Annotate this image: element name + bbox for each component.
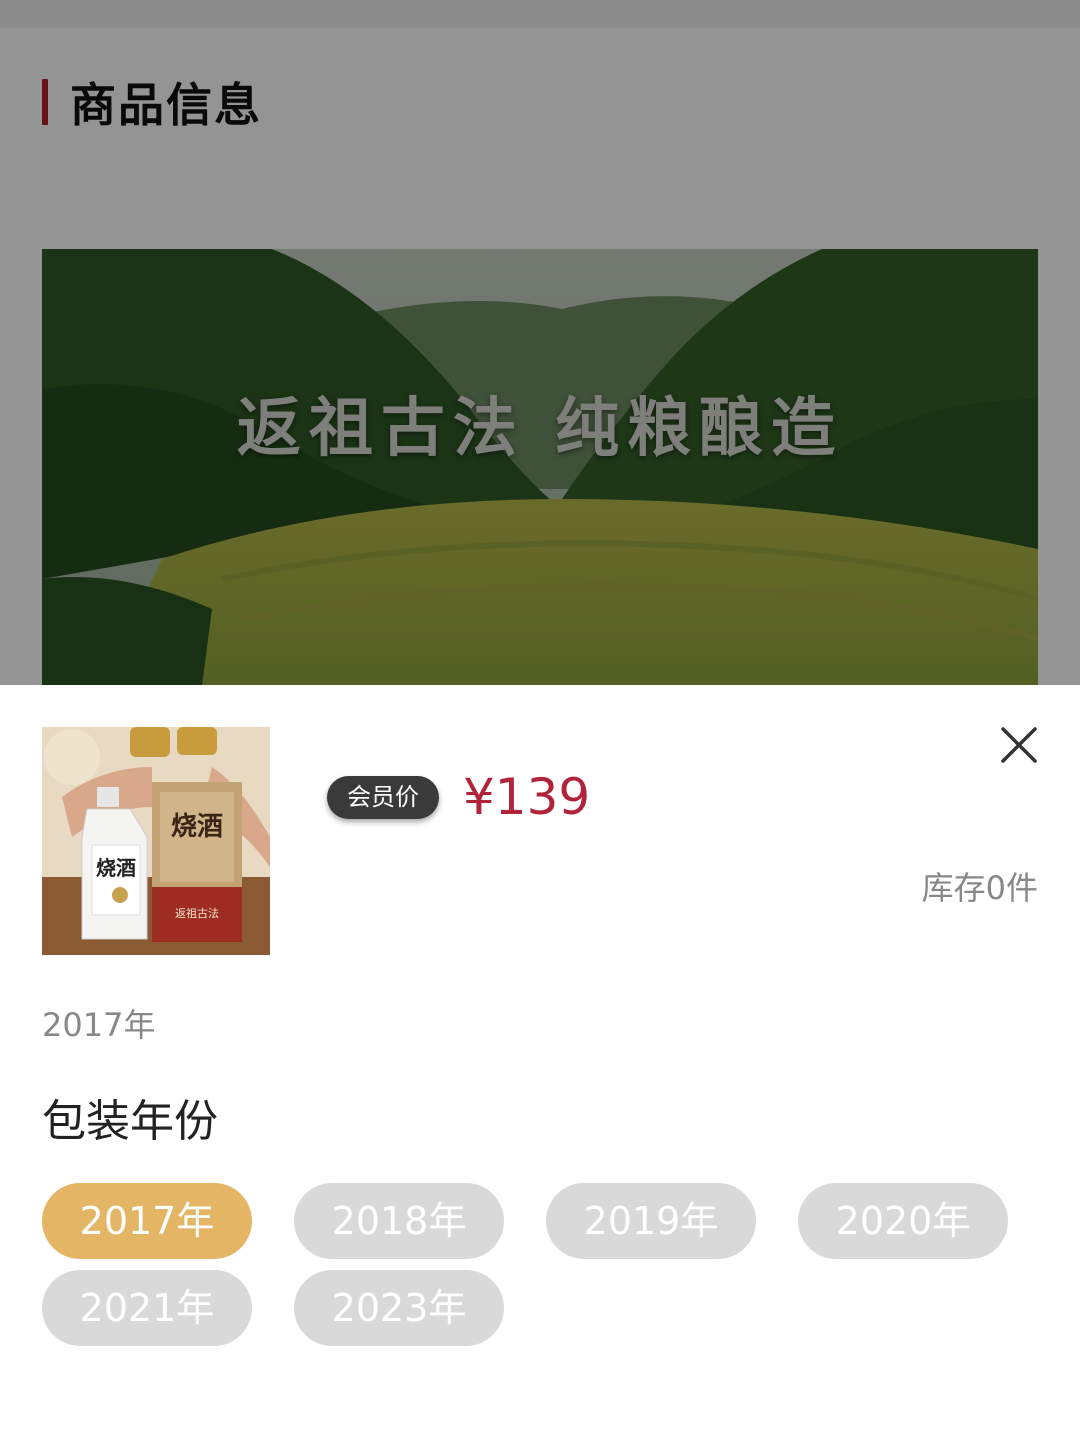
bottle-label-text: 烧酒 [96, 856, 136, 880]
spec-option-2021[interactable]: 2021年 [42, 1270, 252, 1346]
selected-spec-summary: 2017年 [42, 1006, 156, 1044]
spec-group-label: 包装年份 [42, 1096, 218, 1147]
price: ¥139 [463, 768, 591, 826]
box-sub-label-text: 返祖古法 [175, 906, 219, 920]
product-thumbnail: 烧酒 返祖古法 烧酒 [42, 727, 270, 955]
box-label-text: 烧酒 [171, 812, 223, 842]
spec-option-2018[interactable]: 2018年 [294, 1183, 504, 1259]
spec-option-2020[interactable]: 2020年 [798, 1183, 1008, 1259]
spec-selector-sheet: 烧酒 返祖古法 烧酒 会员价 ¥139 库存0件 2017年 包装年份 2017… [0, 685, 1080, 1440]
member-price-badge: 会员价 [327, 776, 439, 819]
close-button[interactable] [995, 721, 1043, 769]
stock-count: 库存0件 [921, 869, 1038, 907]
spec-option-2023[interactable]: 2023年 [294, 1270, 504, 1346]
spec-option-2019[interactable]: 2019年 [546, 1183, 756, 1259]
product-photo: 烧酒 返祖古法 烧酒 [42, 727, 270, 955]
spec-option-2017[interactable]: 2017年 [42, 1183, 252, 1259]
close-icon [1001, 727, 1037, 763]
